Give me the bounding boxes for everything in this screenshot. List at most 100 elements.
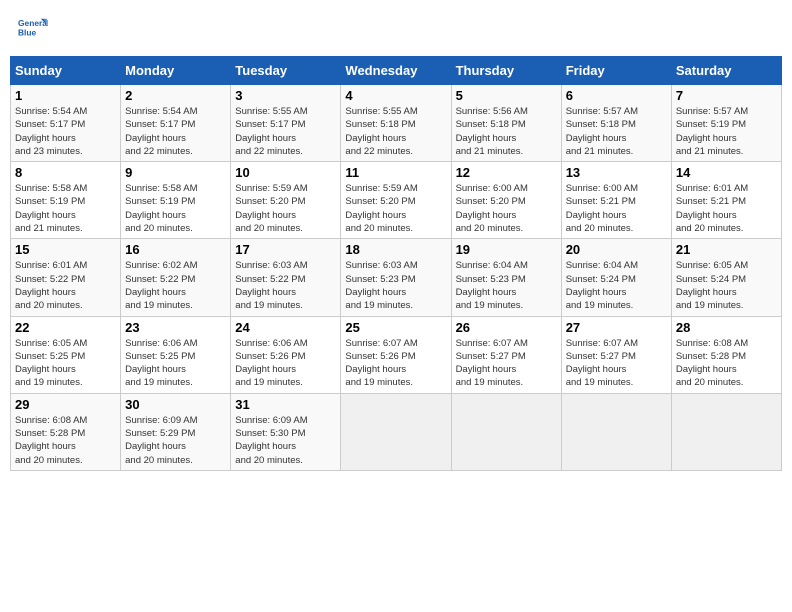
day-info: Sunrise: 5:55 AMSunset: 5:17 PMDaylight … (235, 105, 336, 158)
day-info: Sunrise: 5:57 AMSunset: 5:19 PMDaylight … (676, 105, 777, 158)
day-info: Sunrise: 6:04 AMSunset: 5:24 PMDaylight … (566, 259, 667, 312)
day-info: Sunrise: 6:06 AMSunset: 5:25 PMDaylight … (125, 337, 226, 390)
day-info: Sunrise: 5:56 AMSunset: 5:18 PMDaylight … (456, 105, 557, 158)
day-number: 24 (235, 320, 336, 335)
calendar-week-row: 1 Sunrise: 5:54 AMSunset: 5:17 PMDaylight… (11, 85, 782, 162)
day-number: 3 (235, 88, 336, 103)
day-info: Sunrise: 6:03 AMSunset: 5:23 PMDaylight … (345, 259, 446, 312)
calendar-day-cell: 25 Sunrise: 6:07 AMSunset: 5:26 PMDayligh… (341, 316, 451, 393)
day-number: 9 (125, 165, 226, 180)
day-info: Sunrise: 6:00 AMSunset: 5:21 PMDaylight … (566, 182, 667, 235)
calendar-day-cell: 6 Sunrise: 5:57 AMSunset: 5:18 PMDaylight… (561, 85, 671, 162)
day-number: 17 (235, 242, 336, 257)
calendar-day-cell: 9Sunrise: 5:58 AMSunset: 5:19 PMDaylight… (121, 162, 231, 239)
calendar-day-cell: 12 Sunrise: 6:00 AMSunset: 5:20 PMDayligh… (451, 162, 561, 239)
day-info: Sunrise: 6:00 AMSunset: 5:20 PMDaylight … (456, 182, 557, 235)
day-number: 20 (566, 242, 667, 257)
day-info: Sunrise: 6:08 AMSunset: 5:28 PMDaylight … (676, 337, 777, 390)
day-number: 22 (15, 320, 116, 335)
day-number: 12 (456, 165, 557, 180)
day-number: 2 (125, 88, 226, 103)
day-info: Sunrise: 6:01 AMSunset: 5:22 PMDaylight … (15, 259, 116, 312)
day-number: 21 (676, 242, 777, 257)
weekday-header-friday: Friday (561, 57, 671, 85)
day-number: 31 (235, 397, 336, 412)
calendar-day-cell: 5 Sunrise: 5:56 AMSunset: 5:18 PMDaylight… (451, 85, 561, 162)
day-number: 8 (15, 165, 116, 180)
day-number: 28 (676, 320, 777, 335)
day-info: Sunrise: 5:59 AMSunset: 5:20 PMDaylight … (235, 182, 336, 235)
day-number: 27 (566, 320, 667, 335)
calendar-day-cell: 27Sunrise: 6:07 AMSunset: 5:27 PMDayligh… (561, 316, 671, 393)
calendar-day-cell: 2Sunrise: 5:54 AMSunset: 5:17 PMDaylight… (121, 85, 231, 162)
weekday-header-saturday: Saturday (671, 57, 781, 85)
day-info: Sunrise: 5:57 AMSunset: 5:18 PMDaylight … (566, 105, 667, 158)
calendar-day-cell: 7Sunrise: 5:57 AMSunset: 5:19 PMDaylight… (671, 85, 781, 162)
calendar-day-cell: 13 Sunrise: 6:00 AMSunset: 5:21 PMDayligh… (561, 162, 671, 239)
calendar-day-cell: 14 Sunrise: 6:01 AMSunset: 5:21 PMDayligh… (671, 162, 781, 239)
day-info: Sunrise: 6:05 AMSunset: 5:24 PMDaylight … (676, 259, 777, 312)
day-info: Sunrise: 6:01 AMSunset: 5:21 PMDaylight … (676, 182, 777, 235)
calendar-day-cell: 8 Sunrise: 5:58 AMSunset: 5:19 PMDaylight… (11, 162, 121, 239)
calendar-table: SundayMondayTuesdayWednesdayThursdayFrid… (10, 56, 782, 471)
calendar-day-cell: 28 Sunrise: 6:08 AMSunset: 5:28 PMDayligh… (671, 316, 781, 393)
calendar-day-cell: 23Sunrise: 6:06 AMSunset: 5:25 PMDayligh… (121, 316, 231, 393)
logo-icon: General Blue (18, 14, 48, 44)
calendar-day-cell: 22 Sunrise: 6:05 AMSunset: 5:25 PMDayligh… (11, 316, 121, 393)
day-info: Sunrise: 5:54 AMSunset: 5:17 PMDaylight … (15, 105, 116, 158)
calendar-day-cell: 21 Sunrise: 6:05 AMSunset: 5:24 PMDayligh… (671, 239, 781, 316)
calendar-day-cell: 16 Sunrise: 6:02 AMSunset: 5:22 PMDayligh… (121, 239, 231, 316)
day-info: Sunrise: 6:07 AMSunset: 5:27 PMDaylight … (456, 337, 557, 390)
day-number: 13 (566, 165, 667, 180)
calendar-day-cell: 15 Sunrise: 6:01 AMSunset: 5:22 PMDayligh… (11, 239, 121, 316)
calendar-day-cell (451, 393, 561, 470)
day-number: 26 (456, 320, 557, 335)
calendar-day-cell: 26 Sunrise: 6:07 AMSunset: 5:27 PMDayligh… (451, 316, 561, 393)
day-info: Sunrise: 6:08 AMSunset: 5:28 PMDaylight … (15, 414, 116, 467)
day-info: Sunrise: 6:04 AMSunset: 5:23 PMDaylight … (456, 259, 557, 312)
calendar-day-cell: 29 Sunrise: 6:08 AMSunset: 5:28 PMDayligh… (11, 393, 121, 470)
calendar-day-cell: 20 Sunrise: 6:04 AMSunset: 5:24 PMDayligh… (561, 239, 671, 316)
weekday-header-wednesday: Wednesday (341, 57, 451, 85)
weekday-header-tuesday: Tuesday (231, 57, 341, 85)
day-info: Sunrise: 6:09 AMSunset: 5:29 PMDaylight … (125, 414, 226, 467)
day-number: 15 (15, 242, 116, 257)
day-info: Sunrise: 5:55 AMSunset: 5:18 PMDaylight … (345, 105, 446, 158)
calendar-day-cell: 11 Sunrise: 5:59 AMSunset: 5:20 PMDayligh… (341, 162, 451, 239)
calendar-week-row: 8 Sunrise: 5:58 AMSunset: 5:19 PMDaylight… (11, 162, 782, 239)
calendar-day-cell: 19 Sunrise: 6:04 AMSunset: 5:23 PMDayligh… (451, 239, 561, 316)
day-number: 25 (345, 320, 446, 335)
day-number: 19 (456, 242, 557, 257)
day-number: 1 (15, 88, 116, 103)
day-number: 29 (15, 397, 116, 412)
day-number: 10 (235, 165, 336, 180)
weekday-header-sunday: Sunday (11, 57, 121, 85)
day-info: Sunrise: 6:03 AMSunset: 5:22 PMDaylight … (235, 259, 336, 312)
day-info: Sunrise: 6:05 AMSunset: 5:25 PMDaylight … (15, 337, 116, 390)
day-number: 6 (566, 88, 667, 103)
calendar-day-cell (341, 393, 451, 470)
calendar-day-cell: 18 Sunrise: 6:03 AMSunset: 5:23 PMDayligh… (341, 239, 451, 316)
calendar-week-row: 15 Sunrise: 6:01 AMSunset: 5:22 PMDayligh… (11, 239, 782, 316)
day-number: 5 (456, 88, 557, 103)
calendar-day-cell (671, 393, 781, 470)
calendar-day-cell: 31Sunrise: 6:09 AMSunset: 5:30 PMDayligh… (231, 393, 341, 470)
day-info: Sunrise: 6:07 AMSunset: 5:26 PMDaylight … (345, 337, 446, 390)
calendar-day-cell: 4 Sunrise: 5:55 AMSunset: 5:18 PMDaylight… (341, 85, 451, 162)
calendar-day-cell: 1 Sunrise: 5:54 AMSunset: 5:17 PMDaylight… (11, 85, 121, 162)
day-number: 16 (125, 242, 226, 257)
calendar-day-cell: 10 Sunrise: 5:59 AMSunset: 5:20 PMDayligh… (231, 162, 341, 239)
day-number: 11 (345, 165, 446, 180)
calendar-day-cell: 30Sunrise: 6:09 AMSunset: 5:29 PMDayligh… (121, 393, 231, 470)
day-info: Sunrise: 5:59 AMSunset: 5:20 PMDaylight … (345, 182, 446, 235)
day-info: Sunrise: 6:06 AMSunset: 5:26 PMDaylight … (235, 337, 336, 390)
day-number: 4 (345, 88, 446, 103)
day-info: Sunrise: 6:02 AMSunset: 5:22 PMDaylight … (125, 259, 226, 312)
day-number: 14 (676, 165, 777, 180)
svg-text:Blue: Blue (18, 28, 37, 38)
calendar-week-row: 29 Sunrise: 6:08 AMSunset: 5:28 PMDayligh… (11, 393, 782, 470)
calendar-day-cell: 24 Sunrise: 6:06 AMSunset: 5:26 PMDayligh… (231, 316, 341, 393)
day-info: Sunrise: 5:58 AMSunset: 5:19 PMDaylight … (15, 182, 116, 235)
weekday-header-thursday: Thursday (451, 57, 561, 85)
day-number: 18 (345, 242, 446, 257)
